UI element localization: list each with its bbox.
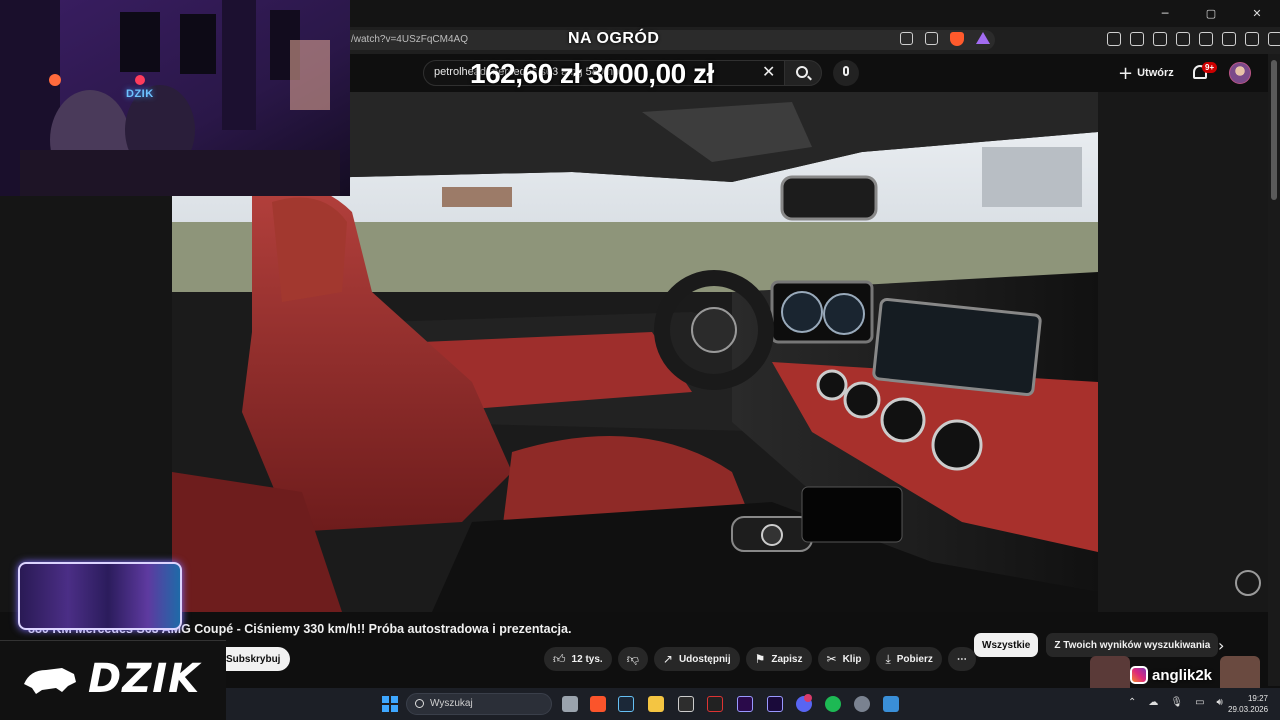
notification-badge: 9+ (1202, 62, 1218, 73)
music-icon[interactable] (1153, 32, 1167, 46)
download-button[interactable]: ⤓ Pobierz (876, 647, 942, 671)
premiere-pro-icon[interactable] (737, 696, 753, 712)
right-background (1098, 92, 1268, 612)
task-view-icon[interactable] (562, 696, 578, 712)
taskbar-search-input[interactable] (406, 693, 552, 715)
create-button[interactable]: + Utwórz (1118, 60, 1180, 86)
recommendation-chips: Wszystkie Z Twoich wyników wyszukiwania (974, 633, 1219, 657)
photos-icon[interactable] (883, 696, 899, 712)
minimize-button[interactable]: ─ (1142, 0, 1188, 27)
extensions-icon[interactable] (1107, 32, 1121, 46)
network-icon[interactable]: ▭ (1195, 697, 1204, 708)
channel-watermark-icon[interactable] (1235, 570, 1261, 596)
reader-icon[interactable] (1130, 32, 1144, 46)
address-bar-url: /watch?v=4USzFqCM4AQ (351, 34, 468, 45)
extension-icons (1107, 32, 1280, 46)
scissors-icon: ✂ (826, 652, 837, 666)
clear-search-icon[interactable]: ✕ (762, 62, 775, 81)
steam-icon[interactable] (618, 696, 634, 712)
donation-goal-label: NA OGRÓD (568, 30, 660, 47)
video-actions: 👍︎ 12 tys. 👎︎ ↗ Udostępnij ⚑ Zapisz ✂ Kl… (544, 647, 976, 671)
account-avatar[interactable] (1229, 62, 1251, 84)
obs-icon[interactable] (707, 696, 723, 712)
volume-icon[interactable]: 🔊︎ (1217, 697, 1223, 708)
brave-shield-icon[interactable] (950, 32, 964, 46)
share-label: Udostępnij (678, 653, 731, 665)
like-button[interactable]: 👍︎ 12 tys. (544, 647, 612, 671)
boar-logo-icon (24, 668, 76, 694)
brave-rewards-icon[interactable] (976, 32, 990, 44)
scrollbar-thumb[interactable] (1271, 60, 1277, 200)
search-icon (796, 66, 808, 78)
download-label: Pobierz (896, 653, 933, 665)
brave-browser-icon[interactable] (590, 696, 606, 712)
tray-chevron-icon[interactable]: ⌃ (1128, 697, 1136, 708)
like-count: 12 tys. (571, 653, 603, 665)
webcam-overlay: DZIK (0, 0, 350, 196)
bookmark-icon: ⚑ (754, 652, 766, 666)
clock-date: 29.03.2026 (1228, 705, 1269, 714)
cast-icon[interactable] (900, 32, 913, 45)
microphone-tray-icon[interactable]: 🎙︎ (1170, 697, 1183, 708)
save-button[interactable]: ⚑ Zapisz (745, 647, 812, 671)
instagram-icon (1130, 666, 1148, 684)
after-effects-icon[interactable] (767, 696, 783, 712)
file-explorer-icon[interactable] (648, 696, 664, 712)
address-bar-icons (900, 32, 990, 46)
windows-start-icon[interactable] (382, 696, 398, 712)
github-desktop-icon[interactable] (678, 696, 694, 712)
settings-gear-icon[interactable] (854, 696, 870, 712)
clock-time: 19:27 (1247, 694, 1268, 703)
mic-icon (843, 66, 849, 76)
save-label: Zapisz (771, 653, 803, 665)
webcam-dzik-neon-logo: DZIK (126, 88, 154, 100)
thumbs-up-icon: 👍︎ (553, 651, 566, 666)
tray-app-icon[interactable]: ☁ (1148, 697, 1158, 708)
plus-icon: + (1118, 62, 1134, 84)
dislike-button[interactable]: 👎︎ (617, 647, 648, 671)
chips-next-chevron-icon[interactable]: › (1218, 636, 1224, 655)
screen: ─ ▢ ✕ /watch?v=4USzFqCM4AQ petrolhead me… (0, 0, 1280, 720)
leo-ai-icon[interactable] (1222, 32, 1236, 46)
chip-all[interactable]: Wszystkie (974, 633, 1039, 657)
taskbar-search-icon (415, 699, 424, 708)
more-actions-button[interactable]: ⋯ (947, 647, 976, 671)
dzik-banner-text: DZIK (88, 656, 201, 702)
clip-label: Klip (842, 653, 862, 665)
webcam-feed (0, 0, 350, 196)
more-icon: ⋯ (956, 653, 967, 665)
chip-from-search[interactable]: Z Twoich wyników wyszukiwania (1046, 633, 1219, 657)
close-window-button[interactable]: ✕ (1234, 0, 1280, 27)
create-label: Utwórz (1137, 67, 1174, 79)
subscribe-button[interactable]: Subskrybuj (218, 647, 291, 671)
discord-notification-dot (804, 694, 812, 702)
maximize-button[interactable]: ▢ (1188, 0, 1234, 27)
window-controls: ─ ▢ ✕ (1142, 0, 1280, 27)
taskbar-search-placeholder: Wyszukaj (430, 698, 473, 709)
stream-alert-box (18, 562, 182, 630)
share-button[interactable]: ↗ Udostępnij (653, 647, 740, 671)
left-background (0, 196, 172, 612)
download-icon: ⤓ (885, 651, 891, 666)
vpn-icon[interactable] (1245, 32, 1259, 46)
share-icon[interactable] (925, 32, 938, 45)
spotify-icon[interactable] (825, 696, 841, 712)
clip-button[interactable]: ✂ Klip (817, 647, 871, 671)
wallet-icon[interactable] (1199, 32, 1213, 46)
system-tray: ⌃ ☁ 🎙︎ ▭ 🔊︎ (1128, 697, 1223, 708)
thumbs-down-icon: 👎︎ (626, 651, 639, 666)
taskbar-clock[interactable]: 19:27 29.03.2026 (1228, 693, 1268, 715)
menu-icon[interactable] (1268, 32, 1280, 46)
donation-goal-amount: 162,60 zł 3000,00 zł (470, 58, 714, 89)
share-arrow-icon: ↗ (662, 652, 673, 666)
sidebar-icon[interactable] (1176, 32, 1190, 46)
instagram-handle: anglik2k (1152, 667, 1213, 684)
